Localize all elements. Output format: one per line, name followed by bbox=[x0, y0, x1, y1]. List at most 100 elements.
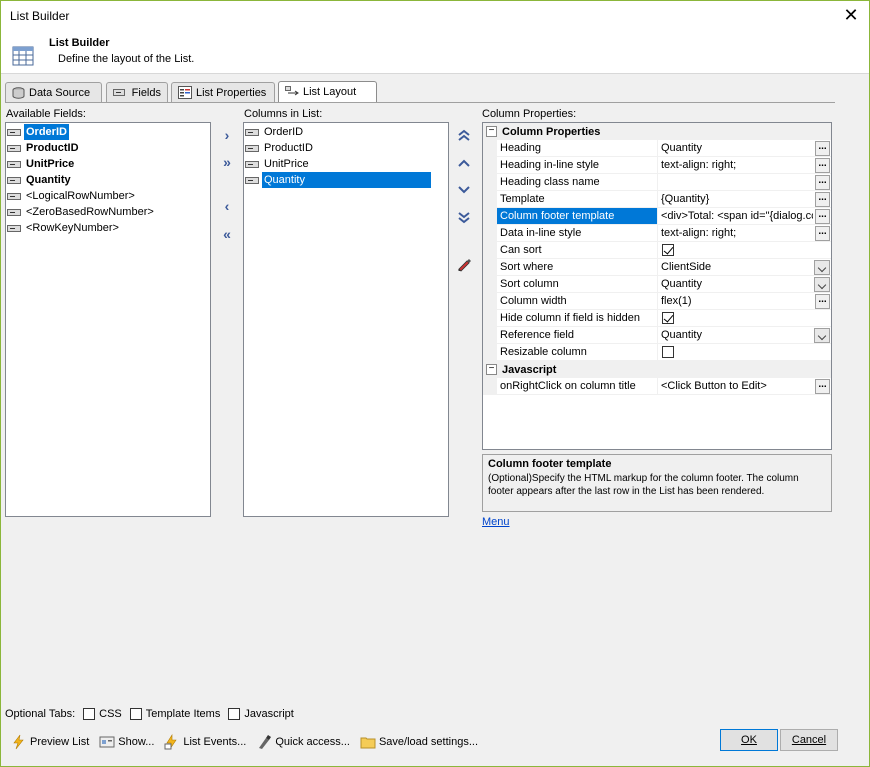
dropdown-button[interactable] bbox=[814, 277, 830, 292]
template-items-checkbox[interactable] bbox=[129, 708, 142, 720]
list-item[interactable]: Quantity bbox=[245, 172, 431, 188]
property-row[interactable]: Resizable column bbox=[483, 344, 831, 361]
double-chevron-left-icon: « bbox=[223, 226, 231, 242]
property-row[interactable]: Template {Quantity}... bbox=[483, 191, 831, 208]
property-name: Template bbox=[497, 191, 658, 207]
menu-link[interactable]: Menu bbox=[482, 516, 510, 528]
ellipsis-button[interactable]: ... bbox=[815, 192, 830, 207]
ellipsis-button[interactable]: ... bbox=[815, 141, 830, 156]
property-value[interactable] bbox=[659, 174, 813, 190]
property-value[interactable]: Quantity bbox=[659, 327, 813, 343]
list-item-label: Quantity bbox=[26, 174, 71, 186]
css-checkbox[interactable] bbox=[83, 708, 96, 720]
save-load-settings-button[interactable]: Save/load settings... bbox=[360, 734, 478, 750]
ellipsis-button[interactable]: ... bbox=[815, 175, 830, 190]
list-item-label: UnitPrice bbox=[26, 158, 75, 170]
quick-access-icon bbox=[259, 735, 272, 749]
property-row[interactable]: Heading in-line style text-align: right;.… bbox=[483, 157, 831, 174]
property-value[interactable]: text-align: right; bbox=[659, 225, 813, 241]
property-row[interactable]: Data in-line style text-align: right;... bbox=[483, 225, 831, 242]
property-name: Heading in-line style bbox=[497, 157, 658, 173]
move-to-bottom-button[interactable] bbox=[457, 211, 471, 225]
close-button[interactable]: ✕ bbox=[841, 6, 861, 26]
property-row[interactable]: Column footer template <div>Total: <span … bbox=[483, 208, 831, 225]
ellipsis-button[interactable]: ... bbox=[815, 294, 830, 309]
list-item[interactable]: UnitPrice bbox=[245, 156, 311, 172]
property-name: Heading bbox=[497, 140, 658, 156]
events-icon bbox=[164, 734, 177, 750]
preview-list-button[interactable]: Preview List bbox=[11, 734, 89, 750]
list-item[interactable]: OrderID bbox=[7, 124, 69, 140]
property-row[interactable]: Hide column if field is hidden bbox=[483, 310, 831, 327]
property-row[interactable]: Sort where ClientSide bbox=[483, 259, 831, 276]
list-item[interactable]: UnitPrice bbox=[7, 156, 76, 172]
move-down-button[interactable] bbox=[457, 185, 471, 195]
property-row[interactable]: Sort column Quantity bbox=[483, 276, 831, 293]
list-events-button[interactable]: List Events... bbox=[164, 734, 246, 750]
ok-button[interactable]: OK bbox=[720, 729, 778, 751]
description-text: (Optional)Specify the HTML markup for th… bbox=[488, 473, 799, 497]
ellipsis-button[interactable]: ... bbox=[815, 226, 830, 241]
double-chevron-right-icon: » bbox=[223, 154, 231, 170]
description-title: Column footer template bbox=[488, 458, 612, 470]
available-fields-list[interactable]: OrderID ProductID UnitPrice Quantity <Lo… bbox=[5, 122, 211, 517]
properties-icon bbox=[178, 86, 192, 99]
move-to-top-button[interactable] bbox=[457, 128, 471, 142]
property-row[interactable]: Reference field Quantity bbox=[483, 327, 831, 344]
property-value[interactable]: {Quantity} bbox=[659, 191, 813, 207]
resizable-column-checkbox[interactable] bbox=[662, 346, 674, 358]
remove-all-fields-button[interactable]: « bbox=[218, 225, 236, 243]
tab-label: Fields bbox=[131, 86, 161, 99]
property-value[interactable]: <div>Total: <span id="{dialog.cc bbox=[659, 208, 813, 224]
add-all-fields-button[interactable]: » bbox=[218, 153, 236, 171]
tab-fields[interactable]: Fields bbox=[106, 82, 168, 102]
property-row[interactable]: Heading class name... bbox=[483, 174, 831, 191]
dropdown-button[interactable] bbox=[814, 260, 830, 275]
property-value[interactable]: <Click Button to Edit> bbox=[659, 378, 813, 394]
property-value[interactable]: Quantity bbox=[659, 276, 813, 292]
list-table-icon bbox=[12, 46, 34, 66]
property-value[interactable]: flex(1) bbox=[659, 293, 813, 309]
tab-list-properties[interactable]: List Properties bbox=[171, 82, 275, 102]
ellipsis-button[interactable]: ... bbox=[815, 209, 830, 224]
can-sort-checkbox[interactable] bbox=[662, 244, 674, 256]
field-icon bbox=[245, 128, 259, 136]
remove-field-button[interactable]: ‹ bbox=[218, 197, 236, 215]
columns-in-list[interactable]: OrderID ProductID UnitPrice Quantity bbox=[243, 122, 449, 517]
property-value[interactable]: text-align: right; bbox=[659, 157, 813, 173]
list-item-label: <ZeroBasedRowNumber> bbox=[26, 206, 154, 218]
javascript-checkbox[interactable] bbox=[228, 708, 241, 720]
list-item[interactable]: ProductID bbox=[7, 140, 81, 156]
field-icon bbox=[113, 89, 125, 96]
bottom-actions: Preview List Show... List Events... Quic… bbox=[11, 734, 488, 750]
edit-pen-icon[interactable] bbox=[456, 256, 472, 272]
ellipsis-button[interactable]: ... bbox=[815, 158, 830, 173]
property-row[interactable]: Heading Quantity... bbox=[483, 140, 831, 157]
tab-data-source[interactable]: Data Source bbox=[5, 82, 102, 102]
move-up-button[interactable] bbox=[457, 158, 471, 168]
property-value[interactable]: Quantity bbox=[659, 140, 813, 156]
add-field-button[interactable]: › bbox=[218, 126, 236, 144]
category-column-properties[interactable]: − Column Properties bbox=[483, 123, 831, 140]
list-item[interactable]: ProductID bbox=[245, 140, 315, 156]
hide-column-checkbox[interactable] bbox=[662, 312, 674, 324]
list-item[interactable]: Quantity bbox=[7, 172, 73, 188]
property-row[interactable]: Can sort bbox=[483, 242, 831, 259]
cancel-button[interactable]: Cancel bbox=[780, 729, 838, 751]
lightning-icon bbox=[13, 734, 24, 750]
dropdown-button[interactable] bbox=[814, 328, 830, 343]
list-item[interactable]: OrderID bbox=[245, 124, 305, 140]
property-value[interactable]: ClientSide bbox=[659, 259, 813, 275]
field-icon bbox=[245, 144, 259, 152]
ellipsis-button[interactable]: ... bbox=[815, 379, 830, 394]
list-item[interactable]: <LogicalRowNumber> bbox=[7, 188, 137, 204]
list-item[interactable]: <RowKeyNumber> bbox=[7, 220, 121, 236]
quick-access-button[interactable]: Quick access... bbox=[256, 734, 350, 750]
show-button[interactable]: Show... bbox=[99, 734, 154, 750]
tab-list-layout[interactable]: List Layout bbox=[278, 81, 377, 102]
property-row[interactable]: Column width flex(1)... bbox=[483, 293, 831, 310]
list-item[interactable]: <ZeroBasedRowNumber> bbox=[7, 204, 156, 220]
field-icon bbox=[7, 224, 21, 232]
property-row[interactable]: onRightClick on column title <Click Butto… bbox=[483, 378, 831, 395]
category-javascript[interactable]: − Javascript bbox=[483, 361, 831, 378]
